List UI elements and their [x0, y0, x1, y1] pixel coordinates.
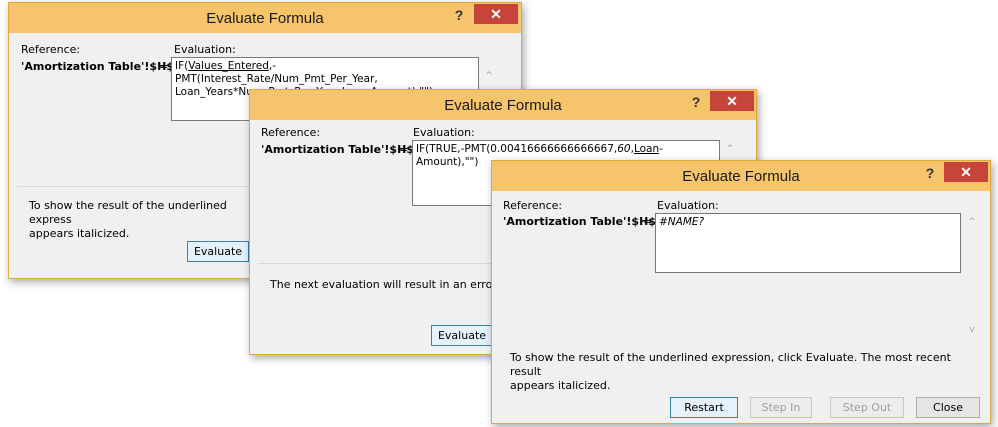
reference-value: 'Amortization Table'!$H$6 [21, 60, 182, 73]
dialog-title: Evaluate Formula [682, 168, 800, 185]
help-icon[interactable]: ? [449, 7, 469, 27]
dialog-title: Evaluate Formula [444, 97, 562, 114]
reference-label: Reference: [21, 43, 81, 56]
scroll-up-icon[interactable]: ^ [481, 71, 497, 81]
help-message: To show the result of the underlined exp… [29, 199, 227, 240]
evaluation-label: Evaluation: [174, 43, 236, 56]
scroll-up-icon[interactable]: ^ [722, 144, 738, 154]
evaluation-scrollbar[interactable]: ^ v [964, 213, 980, 343]
equals-sign: = [643, 215, 653, 228]
equals-sign: = [399, 143, 409, 156]
evaluate-button[interactable]: Evaluate [187, 241, 249, 262]
formula-prefix: IF(TRUE,-PMT(0.00416666666666667, [416, 143, 618, 155]
step-in-button[interactable]: Step In [750, 397, 812, 418]
evaluate-button[interactable]: Evaluate [431, 325, 493, 346]
close-icon[interactable]: ✕ [710, 91, 754, 111]
evaluate-formula-dialog-3: Evaluate Formula ? ✕ Reference: 'Amortiz… [491, 160, 991, 424]
formula-underlined: Values_Entered [188, 60, 269, 72]
restart-button[interactable]: Restart [670, 397, 738, 418]
close-button[interactable]: Close [916, 397, 980, 418]
evaluation-box[interactable]: #NAME? [655, 213, 961, 273]
scroll-up-icon[interactable]: ^ [964, 217, 980, 227]
equals-sign: = [159, 60, 169, 73]
reference-value: 'Amortization Table'!$H$6 [503, 215, 664, 228]
separator [258, 263, 498, 264]
scroll-down-icon[interactable]: v [964, 325, 980, 335]
reference-label: Reference: [503, 199, 563, 212]
close-icon[interactable]: ✕ [474, 4, 518, 24]
evaluation-label: Evaluation: [413, 126, 475, 139]
evaluation-label: Evaluation: [657, 199, 719, 212]
step-out-button[interactable]: Step Out [830, 397, 904, 418]
dialog-title: Evaluate Formula [206, 10, 324, 27]
formula-underlined: Loan [633, 143, 660, 155]
formula-italic-result: 60 [617, 143, 631, 155]
help-message: The next evaluation will result in an er… [270, 278, 500, 291]
formula-result: #NAME? [659, 216, 705, 228]
help-icon[interactable]: ? [686, 94, 706, 114]
reference-value: 'Amortization Table'!$H$6 [261, 143, 422, 156]
reference-label: Reference: [261, 126, 321, 139]
close-icon[interactable]: ✕ [944, 162, 988, 182]
formula-prefix: IF( [175, 60, 189, 72]
help-icon[interactable]: ? [920, 165, 940, 185]
help-message: To show the result of the underlined exp… [510, 351, 951, 392]
